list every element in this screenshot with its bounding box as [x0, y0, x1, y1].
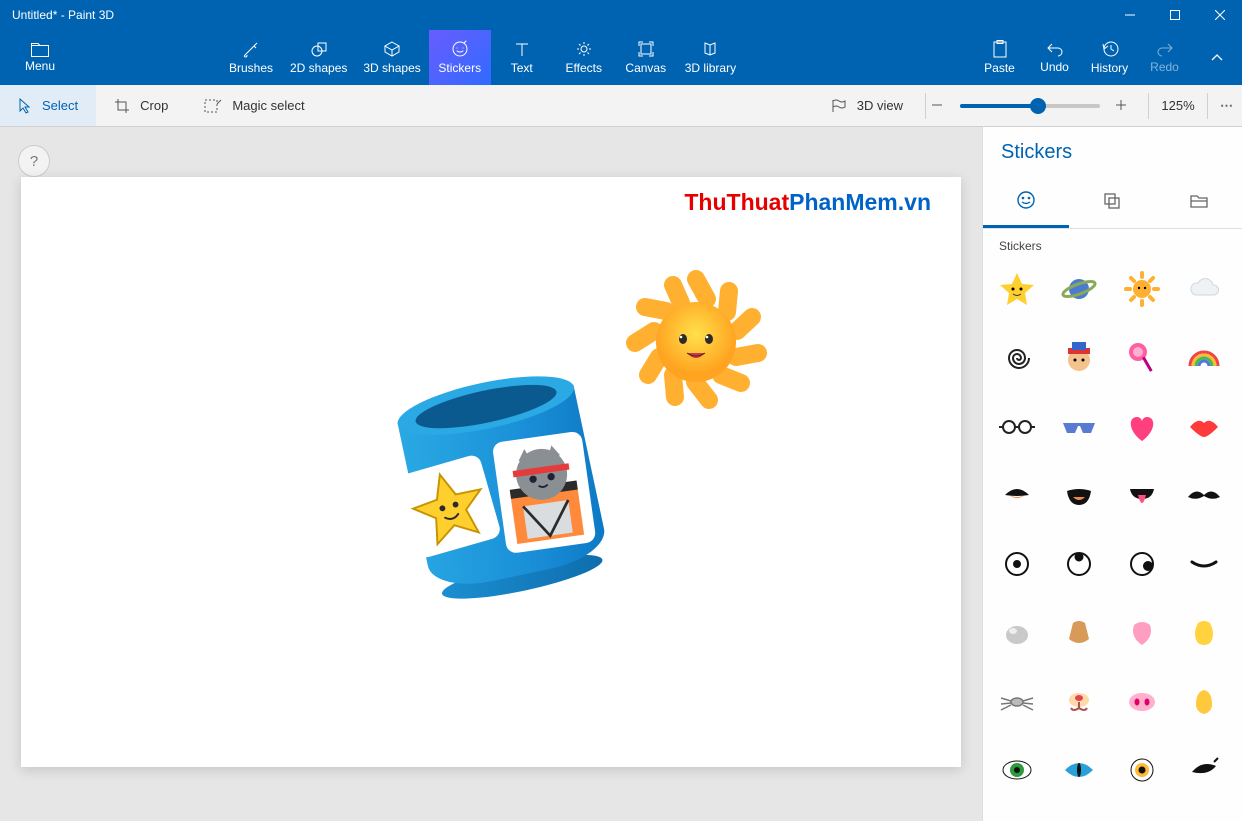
sticker-nose-dog[interactable]	[1053, 607, 1105, 659]
redo-button[interactable]: Redo	[1137, 30, 1192, 85]
zoom-in-button[interactable]	[1114, 98, 1130, 114]
more-options-button[interactable]: ⋯	[1212, 98, 1242, 114]
chevron-up-icon	[1210, 53, 1224, 63]
zoom-slider[interactable]	[960, 104, 1100, 108]
menu-label: Menu	[25, 59, 55, 73]
effects-icon	[575, 40, 593, 58]
sticker-nose-round[interactable]	[991, 607, 1043, 659]
folder-open-icon	[1189, 193, 1209, 209]
sticker-eye-dot[interactable]	[991, 538, 1043, 590]
title-bar: Untitled* - Paint 3D	[0, 0, 1242, 30]
tab-3d-shapes[interactable]: 3D shapes	[355, 30, 428, 85]
sticker-pig-nose[interactable]	[1116, 676, 1168, 728]
cat-sticker	[492, 431, 597, 554]
tab-stickers[interactable]: Stickers	[429, 30, 491, 85]
paste-button[interactable]: Paste	[972, 30, 1027, 85]
sticker-grid	[983, 257, 1242, 821]
stickers-icon	[451, 40, 469, 58]
texture-icon	[1102, 191, 1122, 211]
sticker-face-hat[interactable]	[1053, 332, 1105, 384]
stickers-panel: Stickers Stickers	[982, 127, 1242, 821]
sticker-eye-look-side[interactable]	[1116, 538, 1168, 590]
sticker-eye-look-up[interactable]	[1053, 538, 1105, 590]
ribbon: Menu Brushes 2D shapes 3D shapes Sticker…	[0, 30, 1242, 85]
sticker-mustache[interactable]	[1178, 469, 1230, 521]
sticker-planet[interactable]	[1053, 263, 1105, 315]
history-icon	[1101, 40, 1119, 58]
shapes-3d-icon	[383, 40, 401, 58]
undo-button[interactable]: Undo	[1027, 30, 1082, 85]
panel-tab-custom[interactable]	[1156, 174, 1242, 228]
brush-icon	[242, 40, 260, 58]
expand-panel-button[interactable]	[1192, 30, 1242, 85]
sticker-rainbow[interactable]	[1178, 332, 1230, 384]
sticker-lollipop[interactable]	[1116, 332, 1168, 384]
maximize-button[interactable]	[1152, 0, 1197, 30]
magic-select-tool[interactable]: Magic select	[186, 85, 322, 126]
close-button[interactable]	[1197, 0, 1242, 30]
panel-tab-stickers[interactable]	[983, 174, 1069, 228]
zoom-percent[interactable]: 125%	[1153, 98, 1203, 113]
sticker-eye-wink[interactable]	[1178, 744, 1230, 796]
panel-title: Stickers	[983, 127, 1242, 174]
panel-section-label: Stickers	[983, 229, 1242, 257]
crop-tool[interactable]: Crop	[96, 85, 186, 126]
minimize-button[interactable]	[1107, 0, 1152, 30]
select-tool[interactable]: Select	[0, 85, 96, 126]
sticker-heart[interactable]	[1116, 401, 1168, 453]
sticker-glasses[interactable]	[991, 401, 1043, 453]
canvas-workspace[interactable]: ? ThuThuatPhanMem.vn	[0, 127, 982, 821]
tab-text[interactable]: Text	[491, 30, 553, 85]
sticker-mouth-open[interactable]	[1053, 469, 1105, 521]
folder-icon	[31, 43, 49, 57]
watermark: ThuThuatPhanMem.vn	[684, 189, 931, 216]
sticker-lips[interactable]	[1178, 401, 1230, 453]
paste-icon	[992, 40, 1008, 58]
menu-button[interactable]: Menu	[0, 30, 80, 85]
magic-select-icon	[204, 99, 222, 113]
sticker-nose-bell[interactable]	[1178, 676, 1230, 728]
sticker-lash[interactable]	[1178, 538, 1230, 590]
sticker-sunglasses[interactable]	[1053, 401, 1105, 453]
sticker-eye-cat[interactable]	[1053, 744, 1105, 796]
tab-3d-library[interactable]: 3D library	[677, 30, 744, 85]
sticker-spiral[interactable]	[991, 332, 1043, 384]
sticker-whiskers[interactable]	[991, 676, 1043, 728]
sticker-eye-brown[interactable]	[1116, 744, 1168, 796]
panel-tabs	[983, 174, 1242, 229]
panel-tab-textures[interactable]	[1069, 174, 1155, 228]
redo-icon	[1156, 41, 1174, 57]
sticker-nose-pink[interactable]	[1116, 607, 1168, 659]
sticker-sun-smile[interactable]	[1116, 263, 1168, 315]
text-icon	[513, 40, 531, 58]
help-button[interactable]: ?	[18, 145, 50, 177]
zoom-out-button[interactable]	[930, 98, 946, 114]
sun-sticker[interactable]	[621, 267, 771, 417]
library-icon	[701, 40, 719, 58]
shapes-2d-icon	[310, 40, 328, 58]
flag-icon	[831, 99, 847, 113]
sticker-star-smile[interactable]	[991, 263, 1043, 315]
canvas-icon	[637, 40, 655, 58]
window-title: Untitled* - Paint 3D	[0, 8, 1107, 22]
blue-cylinder[interactable]	[371, 347, 632, 608]
history-button[interactable]: History	[1082, 30, 1137, 85]
sticker-tongue[interactable]	[1116, 469, 1168, 521]
crop-icon	[114, 98, 130, 114]
tab-canvas[interactable]: Canvas	[615, 30, 677, 85]
smiley-icon	[1016, 190, 1036, 210]
3d-view-toggle[interactable]: 3D view	[813, 85, 921, 126]
tab-brushes[interactable]: Brushes	[220, 30, 282, 85]
cursor-icon	[18, 98, 32, 114]
canvas[interactable]: ThuThuatPhanMem.vn	[21, 177, 961, 767]
sticker-snout[interactable]	[1053, 676, 1105, 728]
tab-2d-shapes[interactable]: 2D shapes	[282, 30, 355, 85]
sticker-cloud[interactable]	[1178, 263, 1230, 315]
undo-icon	[1046, 41, 1064, 57]
tab-effects[interactable]: Effects	[553, 30, 615, 85]
sticker-mouth-a[interactable]	[991, 469, 1043, 521]
sticker-eye-green[interactable]	[991, 744, 1043, 796]
option-bar: Select Crop Magic select 3D view 125% ⋯	[0, 85, 1242, 127]
sticker-nose-yellow[interactable]	[1178, 607, 1230, 659]
